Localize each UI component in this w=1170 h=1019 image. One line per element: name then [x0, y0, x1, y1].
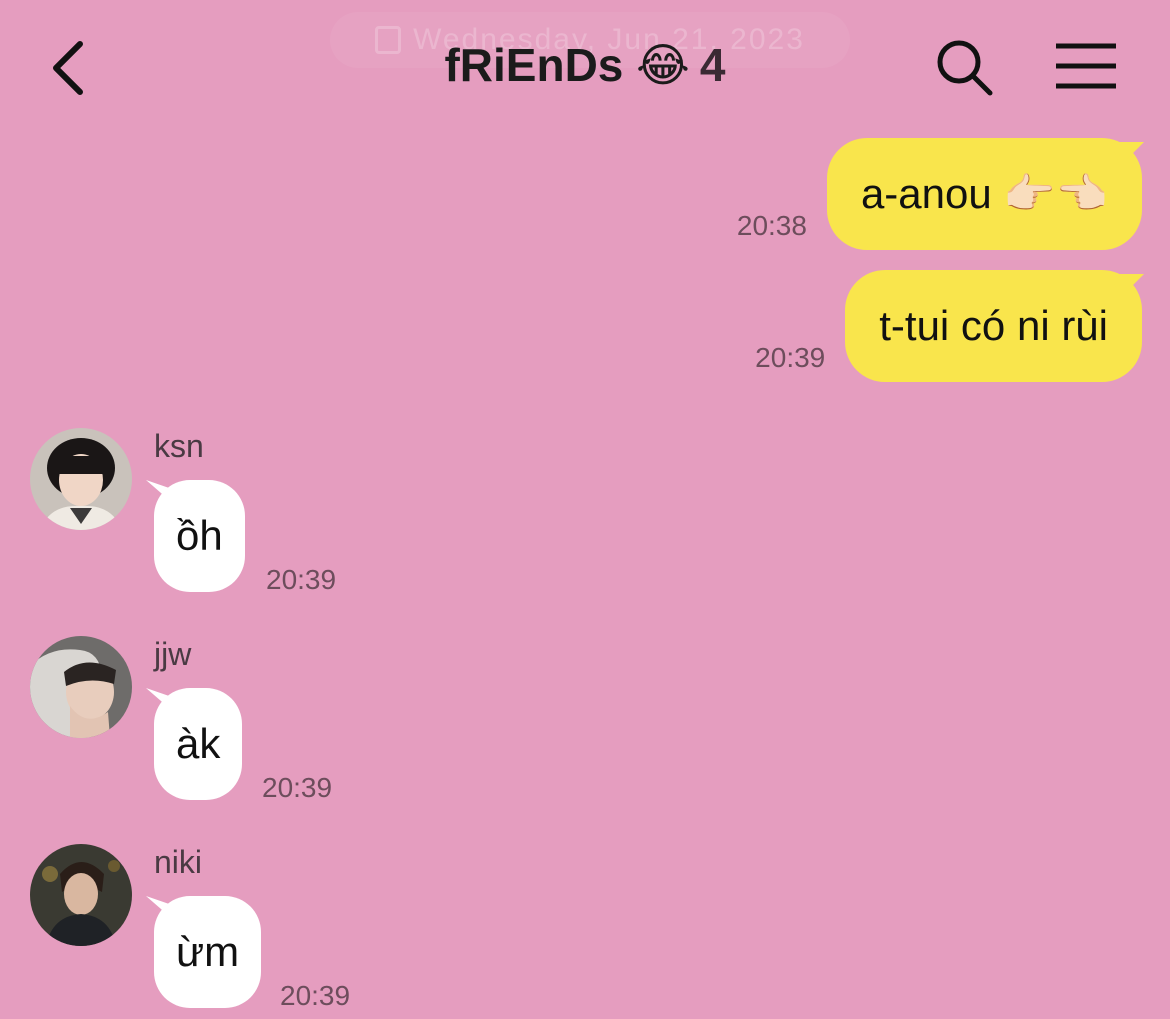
- member-count: 4: [699, 39, 726, 91]
- avatar-jjw-image: [30, 636, 132, 738]
- message-text: ồh: [176, 512, 223, 559]
- sender-name: ksn: [154, 428, 204, 464]
- avatar-ksn-image: [30, 428, 132, 530]
- outgoing-message: 20:39 t-tui có ni rùi: [755, 270, 1142, 382]
- incoming-bubble[interactable]: ồh: [154, 480, 245, 592]
- message-text: ừm: [176, 928, 240, 975]
- hamburger-menu-icon: [1056, 43, 1116, 89]
- message-text: àk: [176, 720, 221, 767]
- incoming-bubble[interactable]: ừm: [154, 896, 262, 1008]
- menu-button[interactable]: [1054, 42, 1118, 90]
- avatar-niki-image: [30, 844, 132, 946]
- message-time: 20:39: [280, 980, 351, 1011]
- incoming-bubble[interactable]: àk: [154, 688, 243, 800]
- message-time: 20:38: [736, 210, 807, 241]
- search-icon: [937, 40, 993, 96]
- sender-name: jjw: [154, 636, 192, 672]
- outgoing-bubble[interactable]: t-tui có ni rùi: [845, 270, 1142, 382]
- message-text: t-tui có ni rùi: [879, 302, 1108, 349]
- message-time: 20:39: [266, 564, 337, 595]
- outgoing-bubble[interactable]: a-anou 👉🏻👈🏻: [826, 138, 1142, 250]
- message-text: a-anou 👉🏻👈🏻: [860, 169, 1108, 217]
- message-time: 20:39: [755, 342, 826, 373]
- message-time: 20:39: [262, 772, 333, 803]
- outgoing-message: 20:38 a-anou 👉🏻👈🏻: [737, 138, 1142, 250]
- avatar[interactable]: [30, 428, 132, 530]
- search-button[interactable]: [935, 38, 995, 98]
- avatar[interactable]: [30, 636, 132, 738]
- sender-name: niki: [154, 844, 203, 880]
- chat-header: Wednesday, Jun 21, 2023 fRiEnDs 😂 4: [0, 0, 1170, 135]
- chat-title-text: fRiEnDs 😂: [444, 39, 690, 91]
- avatar[interactable]: [30, 844, 132, 946]
